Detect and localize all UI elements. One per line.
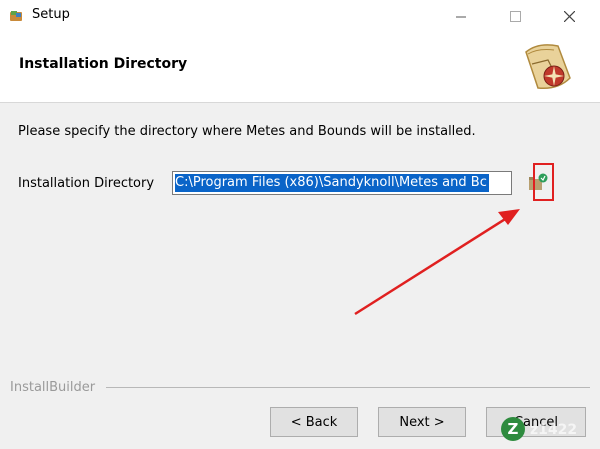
minimize-button[interactable] (438, 0, 484, 32)
setup-app-icon (10, 11, 22, 21)
maximize-button[interactable] (492, 0, 538, 32)
instruction-text: Please specify the directory where Metes… (18, 124, 476, 139)
installbuilder-branding: InstallBuilder (10, 380, 102, 395)
footer-divider (106, 387, 590, 388)
close-icon (563, 10, 575, 22)
minimize-icon (455, 16, 466, 17)
back-button[interactable]: < Back (270, 407, 358, 437)
window-title: Setup (32, 7, 70, 22)
close-button[interactable] (546, 0, 592, 32)
highlight-box (533, 163, 554, 201)
page-title: Installation Directory (19, 56, 188, 72)
watermark-z-icon: Z (501, 417, 525, 441)
maximize-icon (509, 10, 521, 22)
title-bar[interactable]: Setup (0, 0, 600, 32)
setup-window: Setup Installation Directory Please spec… (0, 0, 600, 449)
wizard-header: Installation Directory (0, 32, 600, 103)
next-button[interactable]: Next > (378, 407, 466, 437)
installer-map-logo-icon (525, 44, 571, 90)
installation-directory-input[interactable]: C:\Program Files (x86)\Sandyknoll\Metes … (172, 171, 512, 195)
installation-directory-value: C:\Program Files (x86)\Sandyknoll\Metes … (175, 174, 489, 192)
installation-directory-label: Installation Directory (18, 176, 155, 191)
svg-text:Z: Z (508, 420, 519, 438)
watermark-text: z1422 (530, 422, 578, 438)
